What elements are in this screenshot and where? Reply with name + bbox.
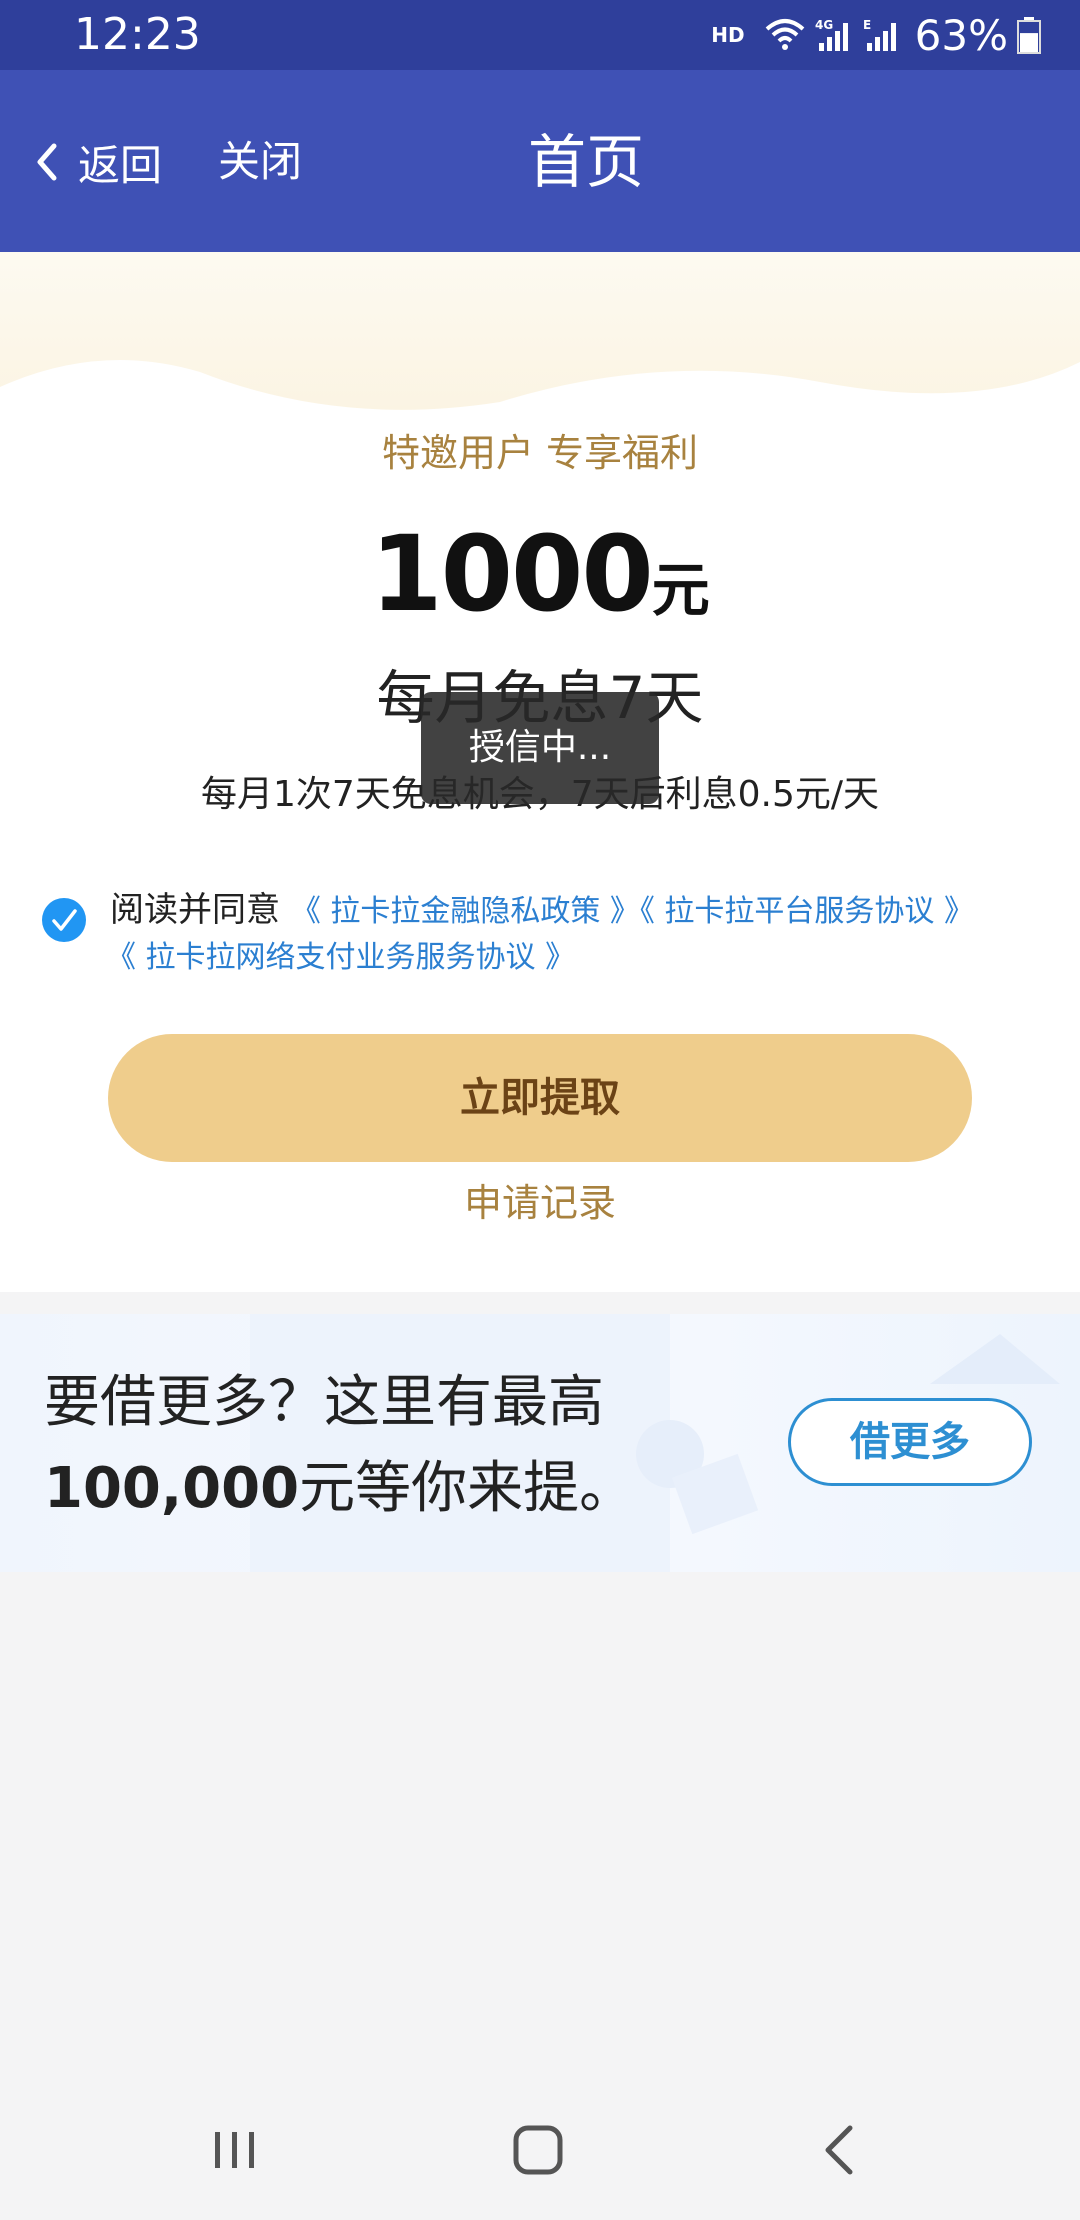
signal-icon: E [863, 18, 896, 51]
agreement-text: 阅读并同意 《 拉卡拉金融隐私政策 》《 拉卡拉平台服务协议 》 《 拉卡拉网络… [106, 888, 1030, 980]
platform-agreement-link[interactable]: 《 拉卡拉平台服务协议 》 [640, 894, 974, 929]
agreement-prefix: 阅读并同意 [110, 890, 280, 930]
battery-icon [1017, 17, 1041, 54]
claim-button[interactable]: 立即提取 [108, 1034, 972, 1162]
loading-toast: 授信中... [421, 692, 659, 804]
nav-bar: 返回 关闭 首页 [0, 70, 1080, 252]
privacy-policy-link[interactable]: 《 拉卡拉金融隐私政策 》 [291, 894, 640, 929]
application-records-link[interactable]: 申请记录 [0, 1178, 1080, 1228]
promo-card: 特邀用户 专享福利 1000元 每月免息7天 每月1次7天免息机会，7天后利息0… [0, 252, 1080, 1292]
borrow-more-line-2: 100,000元等你来提。 [44, 1446, 635, 1532]
borrow-more-line-1: 要借更多？这里有最高 [44, 1370, 604, 1435]
battery-percent: 63% [914, 10, 1008, 60]
amount-unit: 元 [651, 556, 710, 624]
status-time: 12:23 [74, 9, 201, 60]
status-icons: HD 4G E 63% [711, 8, 1042, 62]
payment-agreement-link[interactable]: 《 拉卡拉网络支付业务服务协议 》 [106, 940, 575, 975]
wifi-icon [765, 19, 804, 50]
amount-number: 1000 [370, 513, 653, 635]
agreement-checkbox[interactable] [42, 898, 86, 942]
borrow-more-button[interactable]: 借更多 [788, 1398, 1032, 1486]
svg-text:4G: 4G [815, 18, 833, 32]
agreement-line-2: 《 拉卡拉网络支付业务服务协议 》 [106, 934, 1030, 980]
borrow-more-banner: 要借更多？这里有最高 100,000元等你来提。 借更多 [0, 1314, 1080, 1572]
check-icon [52, 909, 77, 931]
borrow-more-text: 要借更多？这里有最高 100,000元等你来提。 [44, 1360, 635, 1532]
borrow-more-line-2-rest: 元等你来提。 [299, 1456, 636, 1521]
recents-icon[interactable] [195, 2110, 275, 2190]
network-label: HD [711, 23, 745, 47]
system-nav-bar [0, 2076, 1080, 2220]
max-amount: 100,000 [44, 1456, 300, 1521]
credit-amount: 1000元 [0, 514, 1080, 634]
wave-background [0, 252, 1080, 410]
signal-icon: 4G [815, 18, 848, 51]
promo-subtitle: 特邀用户 专享福利 [381, 431, 699, 475]
back-icon[interactable] [800, 2110, 880, 2190]
home-icon[interactable] [498, 2110, 578, 2190]
status-bar: 12:23 HD 4G E 63% [0, 0, 1080, 70]
svg-text:E: E [863, 18, 871, 32]
page-title: 首页 [527, 128, 644, 196]
